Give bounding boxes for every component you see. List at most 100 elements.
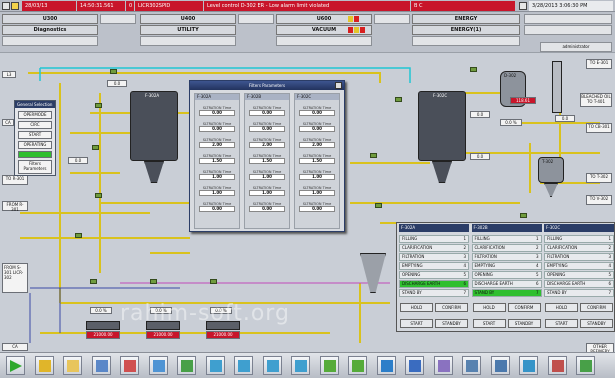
user-name[interactable]: administrator [540, 42, 612, 52]
setpoint-value[interactable]: 0.0 % [90, 307, 112, 314]
tag-box[interactable]: CA [2, 343, 28, 351]
to-r301-box[interactable]: TO R-301 [2, 175, 28, 185]
utility-button[interactable]: UTILITY [140, 25, 236, 35]
parameter-value[interactable]: 2.00 [249, 142, 285, 148]
circ-button[interactable]: CIRC [18, 121, 52, 129]
weigh-tank[interactable] [86, 321, 120, 330]
parameter-value[interactable]: 1.50 [299, 158, 335, 164]
sequence-step[interactable]: STAND BY 7 [471, 289, 542, 297]
parameter-value[interactable]: 0.00 [249, 110, 285, 116]
parameter-value[interactable]: 0.00 [299, 126, 335, 132]
area-slot[interactable] [412, 36, 520, 46]
valve[interactable] [75, 233, 82, 238]
standby-button[interactable]: STANDBY [507, 319, 541, 328]
setpoint-value[interactable]: 0.0 [107, 80, 127, 87]
sequence-step[interactable]: EMPTYING 4 [399, 262, 469, 270]
sequence-step[interactable]: DISCHARGE EARTH 6 [544, 280, 614, 288]
setpoint-value[interactable]: 0.0 [470, 111, 490, 118]
parameter-value[interactable]: 1.00 [299, 174, 335, 180]
sequence-step[interactable]: CLARIFICATION 2 [471, 244, 542, 252]
sequence-step[interactable]: OPENING 5 [471, 271, 542, 279]
start-button[interactable]: START [18, 131, 52, 139]
sequence-step[interactable]: DISCHARGE EARTH 6 [399, 280, 469, 288]
user-icon[interactable] [433, 356, 453, 375]
start-button[interactable]: START [472, 319, 506, 328]
valve[interactable] [92, 145, 99, 150]
bleach-box[interactable]: BLEACHED OIL TO T-401 [580, 93, 612, 107]
area-slot[interactable] [276, 36, 372, 46]
valve[interactable] [520, 213, 527, 218]
filters-parameters-button[interactable]: Filters Parameters [18, 160, 52, 174]
report-icon[interactable] [148, 356, 168, 375]
ack-checkbox[interactable] [2, 2, 10, 10]
sequence-step[interactable]: EMPTYING 4 [471, 262, 542, 270]
parameter-value[interactable]: 0.00 [299, 110, 335, 116]
nav-up-icon[interactable] [234, 356, 253, 375]
play-icon[interactable] [6, 356, 25, 375]
to-t302-box[interactable]: TO T-302 [586, 173, 612, 183]
parameter-value[interactable]: 1.00 [249, 190, 285, 196]
parameter-value[interactable]: 0.00 [199, 110, 235, 116]
filter-f302c-vessel[interactable] [418, 91, 466, 161]
setpoint-value[interactable]: 0.0 [555, 115, 575, 122]
sequence-step[interactable]: DISCHARGE EARTH 6 [471, 280, 542, 288]
sequence-step[interactable]: FILLING 1 [399, 235, 469, 243]
confirm-button[interactable]: CONFIRM [507, 303, 541, 312]
parameter-value[interactable]: 1.50 [199, 158, 235, 164]
sequence-step[interactable]: FILTRATION 3 [544, 253, 614, 261]
parameter-value[interactable]: 0.00 [199, 206, 235, 212]
valve[interactable] [110, 69, 117, 74]
area-slot[interactable] [2, 36, 98, 46]
sequence-step[interactable]: FILLING 1 [544, 235, 614, 243]
start-button[interactable]: START [545, 319, 578, 328]
alarm-bell-icon[interactable] [11, 2, 19, 10]
sequence-step[interactable]: FILLING 1 [471, 235, 542, 243]
export-icon[interactable] [177, 356, 196, 375]
area-u300-button[interactable]: U300 [2, 14, 98, 24]
chart-icon[interactable] [120, 356, 139, 375]
valve[interactable] [370, 153, 377, 158]
valve[interactable] [90, 279, 97, 284]
sequence-step[interactable]: OPENING 5 [399, 271, 469, 279]
standby-button[interactable]: STANDBY [435, 319, 468, 328]
valve[interactable] [395, 97, 402, 102]
setpoint-value[interactable]: 0.0 % [500, 119, 522, 126]
hold-button[interactable]: HOLD [545, 303, 578, 312]
parameter-value[interactable]: 1.50 [249, 158, 285, 164]
setpoint-value[interactable]: 0.0 [470, 153, 490, 160]
close-icon[interactable] [335, 82, 342, 89]
diagnostics-button[interactable]: Diagnostics [2, 25, 98, 35]
to-e301-box[interactable]: TO E-301 [586, 59, 612, 69]
start-button[interactable]: START [400, 319, 433, 328]
sequence-step[interactable]: CLARIFICATION 2 [544, 244, 614, 252]
parameter-value[interactable]: 0.00 [249, 126, 285, 132]
valve[interactable] [210, 279, 217, 284]
from-s301-box[interactable]: FROM S-301 LICR-302 [2, 263, 28, 293]
nav-back-icon[interactable] [319, 356, 339, 375]
valve[interactable] [375, 203, 382, 208]
help-icon[interactable] [519, 356, 538, 375]
parameter-value[interactable]: 1.00 [249, 174, 285, 180]
valve[interactable] [470, 67, 477, 72]
confirm-button[interactable]: CONFIRM [580, 303, 613, 312]
hold-button[interactable]: HOLD [472, 303, 506, 312]
area-u400-button[interactable]: U400 [140, 14, 236, 24]
valve[interactable] [95, 103, 102, 108]
alarm-icon[interactable] [34, 356, 54, 375]
parameter-value[interactable]: 0.00 [299, 206, 335, 212]
window-icon[interactable] [91, 356, 111, 375]
parameter-value[interactable]: 1.00 [199, 190, 235, 196]
parameter-value[interactable]: 0.00 [199, 126, 235, 132]
sequence-step[interactable]: EMPTYING 4 [544, 262, 614, 270]
nav-right-icon[interactable] [291, 356, 310, 375]
energy-button[interactable]: ENERGY [412, 14, 520, 24]
print-icon[interactable] [462, 356, 481, 375]
sequence-step[interactable]: OPENING 5 [544, 271, 614, 279]
alarm-message[interactable]: Level control D-302 ER - Low alarm limit… [204, 1, 410, 11]
operating-button[interactable]: OPERATING [18, 141, 52, 149]
standby-button[interactable]: STANDBY [580, 319, 613, 328]
nav-down-icon[interactable] [262, 356, 282, 375]
hold-button[interactable]: HOLD [400, 303, 433, 312]
column-vessel[interactable] [552, 61, 562, 113]
to-v302-box[interactable]: TO V-302 [586, 195, 612, 205]
